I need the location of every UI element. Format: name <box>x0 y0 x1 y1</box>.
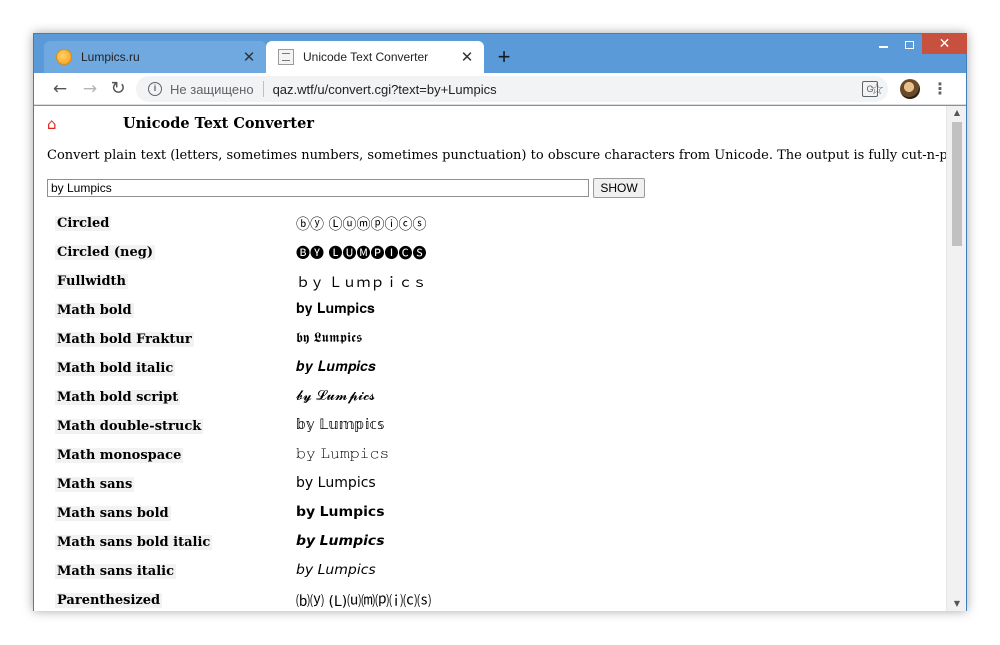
style-label: Math sans italic <box>55 564 176 579</box>
converted-text[interactable]: 𝖇𝖞 𝕷𝖚𝖒𝖕𝖎𝖈𝖘 <box>296 330 362 346</box>
style-label: Math sans bold italic <box>55 535 213 550</box>
converted-text[interactable]: 𝖻𝗒 𝖫𝗎𝗆𝗉𝗂𝖼𝗌 <box>296 475 376 491</box>
table-row: Math bold Fraktur 𝖇𝖞 𝕷𝖚𝖒𝖕𝖎𝖈𝖘 <box>34 326 946 355</box>
text-input[interactable] <box>47 179 589 197</box>
forward-button[interactable]: → <box>78 77 102 101</box>
security-label: Не защищено <box>170 81 254 97</box>
back-button[interactable]: ← <box>48 77 72 101</box>
converted-text[interactable]: ⒝⒴ (L)⒰⒨⒫⒤⒞⒮ <box>296 591 431 611</box>
converted-text[interactable]: 𝕓𝕪 𝕃𝕦𝕞𝕡𝕚𝕔𝕤 <box>296 417 384 433</box>
address-bar[interactable]: i Не защищено qaz.wtf/u/convert.cgi?text… <box>136 76 888 102</box>
scrollbar-thumb[interactable] <box>952 122 962 246</box>
style-label: Math monospace <box>55 448 184 463</box>
style-label: Parenthesized <box>55 593 163 608</box>
url-text[interactable]: qaz.wtf/u/convert.cgi?text=by+Lumpics <box>273 82 497 97</box>
converted-text[interactable]: 🅑🅨 🅛🅤🅜🅟🅘🅒🅢 <box>296 243 426 263</box>
tab-title: Lumpics.ru <box>81 50 140 64</box>
table-row: Math sans italic 𝘣𝘺 𝘓𝘶𝘮𝘱𝘪𝘤𝘴 <box>34 558 946 587</box>
table-row: Math monospace 𝚋𝚢 𝙻𝚞𝚖𝚙𝚒𝚌𝚜 <box>34 442 946 471</box>
style-label: Math bold Fraktur <box>55 332 194 347</box>
converted-text[interactable]: 𝐛𝐲 𝐋𝐮𝐦𝐩𝐢𝐜𝐬 <box>296 301 375 317</box>
page-title: Unicode Text Converter <box>123 115 314 132</box>
converted-text[interactable]: 𝓫𝔂 𝓛𝓾𝓶𝓹𝓲𝓬𝓼 <box>296 388 375 404</box>
vertical-scrollbar[interactable]: ▲ ▼ <box>946 106 966 611</box>
table-row: Circled (neg) 🅑🅨 🅛🅤🅜🅟🅘🅒🅢 <box>34 239 946 268</box>
style-label: Math sans <box>55 477 135 492</box>
tab-lumpics[interactable]: Lumpics.ru ✕ <box>44 41 266 73</box>
maximize-icon <box>904 40 914 49</box>
style-label: Math sans bold <box>55 506 171 521</box>
table-row: Math sans 𝖻𝗒 𝖫𝗎𝗆𝗉𝗂𝖼𝗌 <box>34 471 946 500</box>
window-close-button[interactable]: ✕ <box>922 34 967 54</box>
menu-icon[interactable]: ⋮ <box>932 77 948 101</box>
browser-window: Lumpics.ru ✕ Unicode Text Converter ✕ + … <box>33 33 967 611</box>
table-row: Math bold italic 𝒃𝒚 𝑳𝒖𝒎𝒑𝒊𝒄𝒔 <box>34 355 946 384</box>
style-label: Circled (neg) <box>55 245 155 260</box>
close-icon[interactable]: ✕ <box>456 48 478 66</box>
converted-text[interactable]: 𝒃𝒚 𝑳𝒖𝒎𝒑𝒊𝒄𝒔 <box>296 359 376 375</box>
new-tab-button[interactable]: + <box>492 46 516 70</box>
browser-toolbar: ← → ↻ i Не защищено qaz.wtf/u/convert.cg… <box>34 73 966 105</box>
style-label: Circled <box>55 216 112 231</box>
orange-circle-icon <box>56 49 72 65</box>
table-row: Math sans bold 𝗯𝘆 𝗟𝘂𝗺𝗽𝗶𝗰𝘀 <box>34 500 946 529</box>
page-content: ⌂ Unicode Text Converter Convert plain t… <box>34 106 946 611</box>
table-row: Math bold script 𝓫𝔂 𝓛𝓾𝓶𝓹𝓲𝓬𝓼 <box>34 384 946 413</box>
page-icon <box>278 49 294 65</box>
title-bar: Lumpics.ru ✕ Unicode Text Converter ✕ + … <box>34 34 967 73</box>
converted-text[interactable]: ｂｙ Ｌｕｍｐｉｃｓ <box>296 272 426 292</box>
table-row: Fullwidth ｂｙ Ｌｕｍｐｉｃｓ <box>34 268 946 297</box>
show-button[interactable]: SHOW <box>593 178 645 198</box>
converted-text[interactable]: 𝙗𝙮 𝙇𝙪𝙢𝙥𝙞𝙘𝙨 <box>296 533 385 549</box>
maximize-button[interactable] <box>896 34 922 54</box>
home-icon[interactable]: ⌂ <box>47 115 57 133</box>
bookmark-star-icon[interactable]: ☆ <box>866 77 888 101</box>
divider <box>262 81 264 97</box>
minimize-button[interactable] <box>870 34 896 54</box>
converted-text[interactable]: 𝚋𝚢 𝙻𝚞𝚖𝚙𝚒𝚌𝚜 <box>296 446 389 462</box>
info-icon[interactable]: i <box>148 82 162 96</box>
table-row: Parenthesized ⒝⒴ (L)⒰⒨⒫⒤⒞⒮ <box>34 587 946 611</box>
converted-text[interactable]: 𝗯𝘆 𝗟𝘂𝗺𝗽𝗶𝗰𝘀 <box>296 504 385 520</box>
style-label: Math bold <box>55 303 134 318</box>
close-icon[interactable]: ✕ <box>238 48 260 66</box>
style-label: Math bold script <box>55 390 181 405</box>
converted-text[interactable]: ⓑⓨ Ⓛⓤⓜⓟⓘⓒⓢ <box>296 214 426 234</box>
scroll-down-icon[interactable]: ▼ <box>947 597 967 611</box>
reload-button[interactable]: ↻ <box>106 77 130 101</box>
scroll-up-icon[interactable]: ▲ <box>947 106 967 120</box>
style-label: Math bold italic <box>55 361 176 376</box>
table-row: Math bold 𝐛𝐲 𝐋𝐮𝐦𝐩𝐢𝐜𝐬 <box>34 297 946 326</box>
style-label: Math double-struck <box>55 419 204 434</box>
minimize-icon <box>878 45 888 48</box>
converted-text[interactable]: 𝘣𝘺 𝘓𝘶𝘮𝘱𝘪𝘤𝘴 <box>296 562 376 578</box>
table-row: Math double-struck 𝕓𝕪 𝕃𝕦𝕞𝕡𝕚𝕔𝕤 <box>34 413 946 442</box>
style-label: Fullwidth <box>55 274 129 289</box>
table-row: Math sans bold italic 𝙗𝙮 𝙇𝙪𝙢𝙥𝙞𝙘𝙨 <box>34 529 946 558</box>
tab-unicode-converter[interactable]: Unicode Text Converter ✕ <box>266 41 484 73</box>
table-row: Circled ⓑⓨ Ⓛⓤⓜⓟⓘⓒⓢ <box>34 210 946 239</box>
page-description: Convert plain text (letters, sometimes n… <box>47 148 946 163</box>
avatar[interactable] <box>900 79 920 99</box>
tab-title: Unicode Text Converter <box>303 50 429 64</box>
